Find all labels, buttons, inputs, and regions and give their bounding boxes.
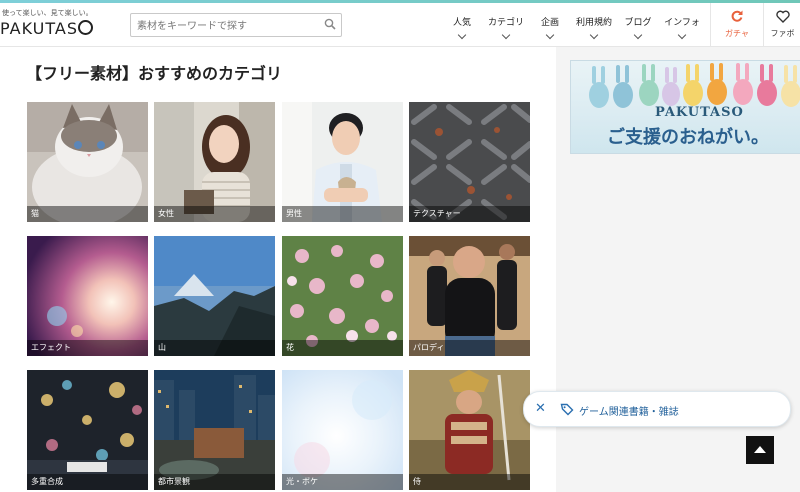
- chevron-down-icon: [545, 30, 555, 40]
- category-tile-texture[interactable]: テクスチャー: [409, 102, 530, 222]
- category-tile-samurai[interactable]: 侍: [409, 370, 530, 490]
- man-photo: [282, 102, 403, 222]
- effect-photo: [27, 236, 148, 356]
- nav-item-category[interactable]: カテゴリ: [484, 3, 528, 46]
- category-label: 侍: [409, 474, 530, 490]
- search-icon[interactable]: [324, 18, 336, 30]
- heart-icon: [775, 10, 790, 23]
- main-nav: 人気 カテゴリ 企画 利用規約 ブログ インフォ: [440, 3, 704, 46]
- nav-item-info[interactable]: インフォ: [660, 3, 704, 46]
- parody-photo: [409, 236, 530, 356]
- favorites-button[interactable]: ファボ: [763, 3, 800, 46]
- banner-message: ご支援のおねがい。: [607, 127, 769, 148]
- category-tile-flower[interactable]: 花: [282, 236, 403, 356]
- logo-o-icon: [77, 20, 93, 35]
- logo-text: PAKUTAS: [0, 19, 78, 38]
- category-label: 多重合成: [27, 474, 148, 490]
- mountain-photo: [154, 236, 275, 356]
- texture-photo: [409, 102, 530, 222]
- cat-photo: [27, 102, 148, 222]
- samurai-photo: [409, 370, 530, 490]
- section-title: 【フリー素材】おすすめのカテゴリ: [26, 64, 283, 83]
- nav-item-project[interactable]: 企画: [528, 3, 572, 46]
- flower-photo: [282, 236, 403, 356]
- category-tile-woman[interactable]: 女性: [154, 102, 275, 222]
- close-icon[interactable]: ✕: [535, 401, 546, 416]
- search-box: [130, 13, 342, 37]
- category-tile-man[interactable]: 男性: [282, 102, 403, 222]
- logo[interactable]: 使って楽しい、見て楽しい。 PAKUTAS: [0, 8, 110, 38]
- bokeh-photo: [282, 370, 403, 490]
- category-tile-cat[interactable]: 猫: [27, 102, 148, 222]
- chevron-down-icon: [677, 30, 687, 40]
- category-tile-parody[interactable]: パロディ: [409, 236, 530, 356]
- category-label: 山: [154, 340, 275, 356]
- category-tile-composite[interactable]: 多重合成: [27, 370, 148, 490]
- category-label: エフェクト: [27, 340, 148, 356]
- back-to-top-button[interactable]: [746, 436, 774, 464]
- chip-label: ゲーム関連書籍・雑誌: [579, 407, 679, 418]
- category-label: パロディ: [409, 340, 530, 356]
- category-label: テクスチャー: [409, 206, 530, 222]
- banner-brand: PAKUTASO: [655, 105, 744, 120]
- category-tile-cityscape[interactable]: 都市景観: [154, 370, 275, 490]
- gacha-button[interactable]: ガチャ: [710, 3, 763, 46]
- nav-item-blog[interactable]: ブログ: [616, 3, 660, 46]
- refresh-icon: [731, 10, 743, 22]
- support-banner[interactable]: PAKUTASO ご支援のおねがい。: [570, 60, 800, 154]
- category-label: 猫: [27, 206, 148, 222]
- composite-photo: [27, 370, 148, 490]
- category-tile-bokeh[interactable]: 光・ボケ: [282, 370, 403, 490]
- tagline: 使って楽しい、見て楽しい。: [2, 9, 93, 17]
- category-tile-mountain[interactable]: 山: [154, 236, 275, 356]
- woman-photo: [154, 102, 275, 222]
- category-label: 女性: [154, 206, 275, 222]
- category-label: 男性: [282, 206, 403, 222]
- category-tile-effect[interactable]: エフェクト: [27, 236, 148, 356]
- chevron-down-icon: [501, 30, 511, 40]
- chevron-down-icon: [633, 30, 643, 40]
- category-label: 花: [282, 340, 403, 356]
- arrow-up-icon: [754, 446, 766, 453]
- tag-icon: [560, 403, 574, 416]
- nav-item-popular[interactable]: 人気: [440, 3, 484, 46]
- chevron-down-icon: [457, 30, 467, 40]
- search-input[interactable]: [131, 16, 323, 37]
- cityscape-photo: [154, 370, 275, 490]
- category-label: 都市景観: [154, 474, 275, 490]
- category-label: 光・ボケ: [282, 474, 403, 490]
- chevron-down-icon: [589, 30, 599, 40]
- related-books-chip[interactable]: ✕ ゲーム関連書籍・雑誌: [523, 391, 791, 427]
- nav-item-terms[interactable]: 利用規約: [572, 3, 616, 46]
